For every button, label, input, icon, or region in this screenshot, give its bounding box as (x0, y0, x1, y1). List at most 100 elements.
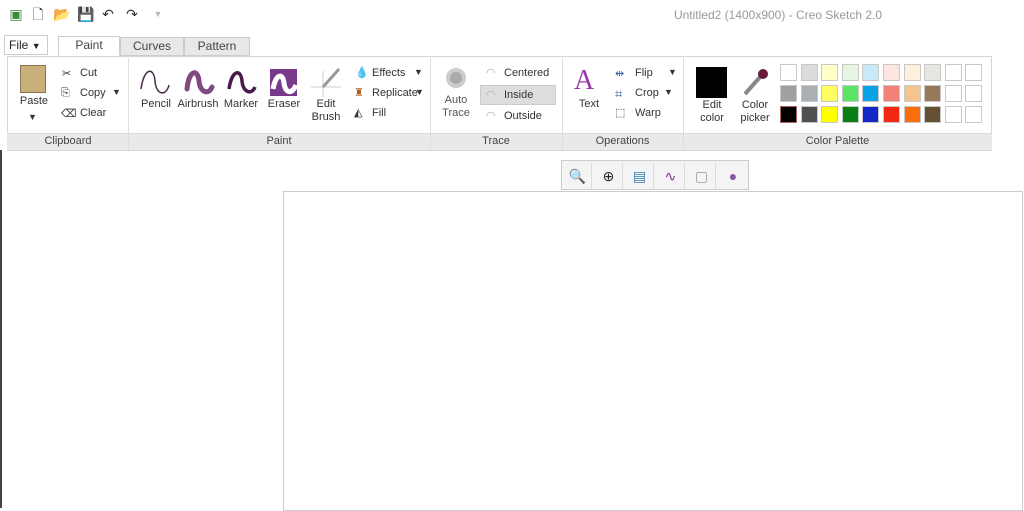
warp-icon: ⬚ (615, 107, 626, 119)
color-swatch[interactable] (903, 64, 921, 81)
color-swatch[interactable] (965, 64, 983, 81)
crop-button[interactable]: Crop (635, 87, 659, 99)
edit-color-button[interactable]: Edit color (692, 99, 732, 125)
paste-icon[interactable] (20, 65, 46, 93)
color-swatch[interactable] (862, 106, 880, 123)
color-swatch[interactable] (883, 64, 900, 81)
zoom-region-icon[interactable]: ⊕ (595, 163, 623, 189)
marker-button[interactable]: Marker (222, 98, 260, 111)
copy-dropdown-icon[interactable]: ▼ (112, 87, 121, 97)
current-color-swatch[interactable] (696, 67, 727, 98)
color-swatch[interactable] (862, 64, 880, 81)
fill-button[interactable]: Fill (372, 107, 386, 119)
replicate-icon: ♜ (354, 87, 364, 99)
color-swatch[interactable] (903, 85, 921, 102)
flip-icon: ⇹ (615, 68, 625, 80)
trace-centered-button[interactable]: Centered (504, 67, 549, 79)
color-swatch[interactable] (944, 85, 962, 102)
group-clipboard: Clipboard (44, 135, 92, 147)
copy-button[interactable]: Copy (80, 87, 106, 99)
tab-paint[interactable]: Paint (58, 36, 120, 56)
color-swatch[interactable] (924, 85, 942, 102)
effects-button[interactable]: Effects (372, 67, 405, 79)
color-swatch[interactable] (841, 64, 859, 81)
tab-curves[interactable]: Curves (120, 37, 184, 56)
effects-icon: 💧 (355, 67, 369, 79)
group-paint: Paint (266, 135, 292, 147)
color-swatch[interactable] (780, 106, 797, 123)
color-swatch[interactable] (862, 85, 880, 102)
color-swatch[interactable] (780, 64, 797, 81)
replicate-dropdown-icon[interactable]: ▼ (415, 87, 424, 97)
crop-icon: ⌗ (615, 86, 623, 101)
replicate-button[interactable]: Replicate (372, 87, 418, 99)
airbrush-button[interactable]: Airbrush (176, 98, 220, 111)
edit-brush-icon[interactable] (311, 67, 343, 97)
edit-color-label: color (700, 112, 724, 124)
eraser-button[interactable]: Eraser (264, 98, 304, 111)
color-swatch[interactable] (944, 106, 962, 123)
brush-preview-icon[interactable]: ● (719, 163, 747, 189)
file-label: File (9, 38, 29, 52)
tab-pattern[interactable]: Pattern (184, 37, 250, 56)
color-picker-label: picker (740, 112, 770, 124)
color-swatch[interactable] (841, 85, 859, 102)
edit-color-label: Edit (702, 99, 722, 111)
pencil-icon[interactable] (138, 67, 172, 97)
color-picker-icon[interactable] (740, 67, 770, 97)
trace-inside-button[interactable]: Inside (504, 89, 533, 101)
color-swatch[interactable] (821, 85, 839, 102)
frame-visibility-icon[interactable]: ▢ (688, 163, 716, 189)
outside-icon: ◠ (486, 110, 496, 122)
auto-trace-button[interactable]: Auto Trace (438, 94, 474, 120)
eraser-icon[interactable] (270, 69, 297, 96)
color-swatch[interactable] (965, 85, 983, 102)
chevron-down-icon: ▼ (31, 41, 41, 51)
trace-outside-button[interactable]: Outside (504, 110, 542, 122)
edit-brush-button[interactable]: Edit Brush (308, 98, 344, 124)
auto-trace-label: Auto (444, 94, 468, 106)
color-swatch[interactable] (780, 85, 797, 102)
flip-dropdown-icon[interactable]: ▼ (668, 67, 677, 77)
color-swatch[interactable] (944, 64, 962, 81)
window-title: Untitled2 (1400x900) - Creo Sketch 2.0 (673, 8, 883, 22)
color-swatch[interactable] (924, 64, 942, 81)
paste-dropdown-icon[interactable]: ▼ (28, 111, 37, 124)
cut-button[interactable]: Cut (80, 67, 97, 79)
color-swatch[interactable] (841, 106, 859, 123)
color-swatch[interactable] (883, 85, 900, 102)
color-swatch[interactable] (821, 64, 839, 81)
color-swatch[interactable] (924, 106, 942, 123)
clear-icon: ⌫ (61, 108, 77, 120)
centered-icon: ◠ (486, 67, 496, 79)
paste-button[interactable]: Paste (16, 95, 52, 108)
text-button[interactable]: Text (572, 98, 606, 111)
crop-dropdown-icon[interactable]: ▼ (664, 87, 673, 97)
drawing-canvas[interactable] (283, 191, 1023, 511)
airbrush-icon[interactable] (182, 67, 216, 97)
color-swatch[interactable] (821, 106, 839, 123)
clear-button[interactable]: Clear (80, 107, 106, 119)
color-swatch[interactable] (800, 85, 818, 102)
fit-image-icon[interactable]: ▤ (626, 163, 654, 189)
color-swatch[interactable] (800, 106, 818, 123)
flip-button[interactable]: Flip (635, 67, 653, 79)
group-operations: Operations (595, 135, 650, 147)
color-swatch[interactable] (883, 106, 900, 123)
color-picker-button[interactable]: Color picker (734, 99, 776, 125)
effects-dropdown-icon[interactable]: ▼ (414, 67, 423, 77)
text-icon[interactable]: A (574, 65, 594, 97)
auto-trace-icon[interactable] (446, 68, 466, 88)
marker-icon[interactable] (225, 67, 259, 97)
color-swatch[interactable] (965, 106, 983, 123)
cut-icon: ✂ (62, 68, 72, 80)
file-menu-button[interactable]: File ▼ (4, 35, 48, 55)
pencil-button[interactable]: Pencil (136, 98, 176, 111)
zoom-fit-icon[interactable]: 🔍 (564, 163, 592, 189)
copy-icon: ⎘ (61, 87, 70, 99)
quick-access-toolbar: ▣ 🗋 📂 💾 ↶ ↷ ▼ Untitled2 (1400x900) - Cre… (0, 0, 1024, 30)
warp-button[interactable]: Warp (635, 107, 661, 119)
color-swatch[interactable] (800, 64, 818, 81)
color-swatch[interactable] (903, 106, 921, 123)
curve-visibility-icon[interactable]: ∿ (657, 163, 685, 189)
